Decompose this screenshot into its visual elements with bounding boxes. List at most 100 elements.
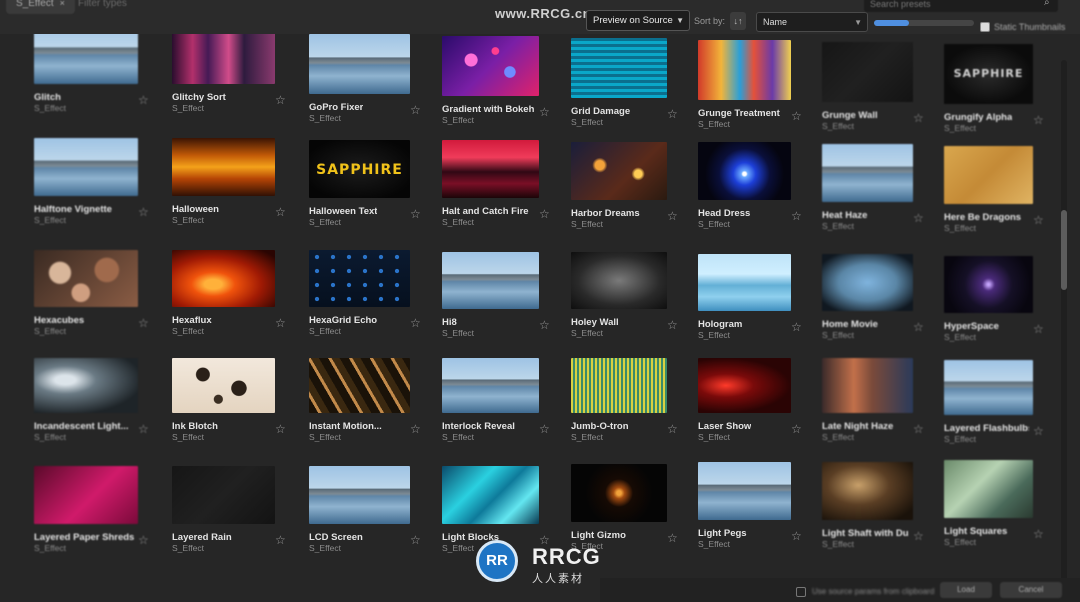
effect-tile[interactable]: Ink Blotch S_Effect ☆ [172, 358, 287, 447]
static-thumbnails-checkbox[interactable] [980, 22, 990, 32]
effect-tile[interactable]: Light Squares S_Effect ☆ [944, 460, 1045, 552]
effect-tile[interactable]: Layered Paper Shreds S_Effect ☆ [34, 466, 150, 558]
effect-tile[interactable]: Incandescent Light... S_Effect ☆ [34, 358, 150, 447]
motion-thumbnail[interactable] [309, 358, 410, 413]
favorite-star-icon[interactable]: ☆ [667, 108, 678, 120]
effect-tile[interactable]: SAPPHIRE Grungify Alpha S_Effect ☆ [944, 44, 1045, 138]
effect-tile[interactable]: HyperSpace S_Effect ☆ [944, 256, 1045, 347]
city-river-thumbnail[interactable] [309, 466, 410, 524]
favorite-star-icon[interactable]: ☆ [1033, 528, 1044, 540]
effect-tile[interactable]: Light Pegs S_Effect ☆ [698, 462, 803, 554]
scrollbar-thumb[interactable] [1061, 210, 1067, 290]
effect-tile[interactable]: Layered Rain S_Effect ☆ [172, 466, 287, 558]
cancel-button[interactable]: Cancel [1000, 582, 1062, 598]
effect-tile[interactable]: Hexaflux S_Effect ☆ [172, 250, 287, 341]
light-squares-thumbnail[interactable] [944, 460, 1033, 518]
favorite-star-icon[interactable]: ☆ [667, 210, 678, 222]
favorite-star-icon[interactable]: ☆ [667, 319, 678, 331]
grunge-thumbnail[interactable] [698, 40, 791, 100]
effect-tile[interactable]: Grid Damage S_Effect ☆ [571, 38, 679, 132]
cyan-grid-thumbnail[interactable] [571, 38, 667, 98]
favorite-star-icon[interactable]: ☆ [539, 106, 550, 118]
favorite-star-icon[interactable]: ☆ [791, 110, 802, 122]
clipboard-params-checkbox[interactable] [796, 587, 806, 597]
effect-tile[interactable]: Harbor Dreams S_Effect ☆ [571, 142, 679, 234]
incandescent-thumbnail[interactable] [34, 358, 138, 413]
favorite-star-icon[interactable]: ☆ [913, 423, 924, 435]
holey-wall-thumbnail[interactable] [571, 252, 667, 309]
sort-order-icon[interactable]: ↓↑ [730, 12, 746, 30]
favorite-star-icon[interactable]: ☆ [539, 319, 550, 331]
favorite-star-icon[interactable]: ☆ [539, 208, 550, 220]
bokeh-gradient-thumbnail[interactable] [442, 36, 539, 96]
dark-thumbnail[interactable] [822, 42, 913, 102]
city-river-thumbnail[interactable] [822, 144, 913, 202]
favorite-star-icon[interactable]: ☆ [138, 206, 149, 218]
sort-dropdown[interactable]: Name ▼ [756, 12, 868, 32]
effect-tile[interactable]: GoPro Fixer S_Effect ☆ [309, 34, 422, 128]
favorite-star-icon[interactable]: ☆ [410, 423, 421, 435]
favorite-star-icon[interactable]: ☆ [275, 206, 286, 218]
effect-tile[interactable]: Halloween S_Effect ☆ [172, 138, 287, 230]
city-river-thumbnail[interactable] [944, 360, 1033, 415]
paper-thumbnail[interactable] [944, 146, 1033, 204]
jumbotron-thumbnail[interactable] [571, 358, 667, 413]
favorite-star-icon[interactable]: ☆ [667, 532, 678, 544]
favorite-star-icon[interactable]: ☆ [791, 321, 802, 333]
haze-thumbnail[interactable] [822, 358, 913, 413]
favorite-star-icon[interactable]: ☆ [410, 317, 421, 329]
effect-tile[interactable]: Heat Haze S_Effect ☆ [822, 144, 925, 236]
effect-tile[interactable]: Hi8 S_Effect ☆ [442, 252, 551, 343]
effect-tile[interactable]: Glitch S_Effect ☆ [34, 24, 150, 118]
city-river-thumbnail[interactable] [34, 138, 138, 196]
hexacubes-thumbnail[interactable] [34, 250, 138, 307]
favorite-star-icon[interactable]: ☆ [913, 321, 924, 333]
close-icon[interactable]: × [60, 0, 65, 8]
favorite-star-icon[interactable]: ☆ [1033, 425, 1044, 437]
effect-tile[interactable]: LCD Screen S_Effect ☆ [309, 466, 422, 558]
favorite-star-icon[interactable]: ☆ [275, 94, 286, 106]
filter-label[interactable]: Filter types [78, 0, 127, 9]
thumbnail-size-slider[interactable] [874, 20, 974, 26]
effect-tile[interactable]: Instant Motion... S_Effect ☆ [309, 358, 422, 447]
city-river-thumbnail[interactable] [442, 358, 539, 413]
gizmo-thumbnail[interactable] [571, 464, 667, 522]
favorite-star-icon[interactable]: ☆ [138, 423, 149, 435]
preview-dropdown[interactable]: Preview on Source ▼ [586, 10, 690, 31]
effect-tile[interactable]: Halt and Catch Fire S_Effect ☆ [442, 140, 551, 232]
favorite-star-icon[interactable]: ☆ [410, 104, 421, 116]
favorite-star-icon[interactable]: ☆ [913, 212, 924, 224]
city-river-thumbnail[interactable] [698, 462, 791, 520]
city-river-thumbnail[interactable] [442, 252, 539, 309]
favorite-star-icon[interactable]: ☆ [667, 423, 678, 435]
favorite-star-icon[interactable]: ☆ [410, 534, 421, 546]
effect-tile[interactable]: Glitchy Sort S_Effect ☆ [172, 24, 287, 118]
effect-tile[interactable]: Interlock Reveal S_Effect ☆ [442, 358, 551, 447]
effect-tile[interactable]: Jumb-O-tron S_Effect ☆ [571, 358, 679, 447]
harbor-thumbnail[interactable] [571, 142, 667, 200]
favorite-star-icon[interactable]: ☆ [1033, 214, 1044, 226]
search-icon[interactable]: ⌕ [1044, 0, 1050, 8]
load-button[interactable]: Load [940, 582, 992, 598]
favorite-star-icon[interactable]: ☆ [275, 534, 286, 546]
tab-effects[interactable]: S_Effect × [6, 0, 75, 14]
effect-tile[interactable]: Grunge Wall S_Effect ☆ [822, 42, 925, 136]
effect-tile[interactable]: SAPPHIRE Halloween Text S_Effect ☆ [309, 140, 422, 232]
sapphire-text-thumbnail[interactable]: SAPPHIRE [309, 140, 410, 198]
effect-tile[interactable]: Light Gizmo S_Effect ☆ [571, 464, 679, 556]
favorite-star-icon[interactable]: ☆ [791, 423, 802, 435]
magenta-thumbnail[interactable] [34, 466, 138, 524]
favorite-star-icon[interactable]: ☆ [913, 112, 924, 124]
hexaflux-thumbnail[interactable] [172, 250, 275, 307]
sapphire-logo-thumbnail[interactable]: SAPPHIRE [944, 44, 1033, 104]
dark-thumbnail[interactable] [172, 466, 275, 524]
scrollbar[interactable] [1061, 60, 1067, 580]
fire-city-thumbnail[interactable] [442, 140, 539, 198]
effect-tile[interactable]: Grunge Treatment S_Effect ☆ [698, 40, 803, 134]
laser-thumbnail[interactable] [698, 358, 791, 413]
effect-tile[interactable]: Gradient with Bokeh... S_Effect ☆ [442, 36, 551, 130]
hyperspace-thumbnail[interactable] [944, 256, 1033, 313]
effect-tile[interactable]: Here Be Dragons S_Effect ☆ [944, 146, 1045, 238]
favorite-star-icon[interactable]: ☆ [138, 317, 149, 329]
favorite-star-icon[interactable]: ☆ [1033, 114, 1044, 126]
